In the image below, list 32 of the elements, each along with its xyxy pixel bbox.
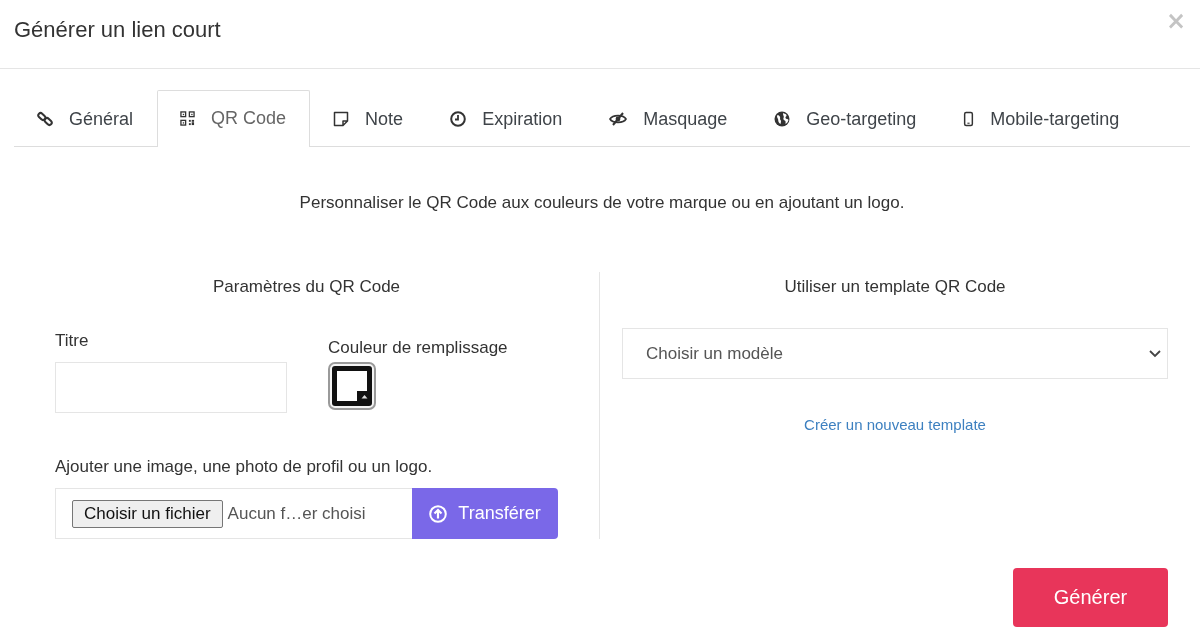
template-select[interactable]: Choisir un modèle xyxy=(622,328,1168,379)
section-heading: Paramètres du QR Code xyxy=(211,276,402,298)
note-icon xyxy=(333,111,350,127)
tab[interactable]: Geo-targeting xyxy=(751,90,941,147)
create-template-link[interactable]: Créer un nouveau template xyxy=(804,416,986,433)
globe-icon xyxy=(774,111,791,127)
link-icon xyxy=(37,111,53,127)
field-label: Titre xyxy=(55,330,90,352)
field-label: Ajouter une image, une photo de profil ou un logo. xyxy=(55,456,434,478)
file-status-text: Aucun f…er choisi xyxy=(227,503,366,524)
generate-button[interactable]: Générer xyxy=(1013,568,1168,627)
qr-code-icon xyxy=(180,111,196,126)
upload-icon xyxy=(429,504,448,523)
clock-icon xyxy=(450,111,467,127)
file-input[interactable]: Choisir un fichier Aucun f…er choisi xyxy=(55,488,412,539)
dialog-title: Générer un lien court xyxy=(14,16,221,44)
tab[interactable]: Général xyxy=(14,90,158,147)
tab[interactable]: QR Code xyxy=(157,90,311,147)
mobile-phone-icon xyxy=(963,111,975,127)
choose-file-button[interactable]: Choisir un fichier xyxy=(72,499,223,528)
eye-slash-icon xyxy=(609,111,628,127)
title-input[interactable] xyxy=(55,362,287,413)
tab[interactable]: Mobile-targeting xyxy=(940,90,1144,147)
color-swatch-icon[interactable] xyxy=(328,362,376,410)
field-label: Couleur de remplissage xyxy=(328,337,508,359)
section-heading: Utiliser un template QR Code xyxy=(783,276,1007,298)
upload-button[interactable]: Transférer xyxy=(412,488,558,539)
description-text: Personnaliser le QR Code aux couleurs de votre marque ou en ajoutant un logo. xyxy=(298,192,906,214)
tab[interactable]: Expiration xyxy=(427,90,587,147)
tab[interactable]: Note xyxy=(310,90,428,147)
tab[interactable]: Masquage xyxy=(586,90,752,147)
chevron-down-icon xyxy=(1149,349,1161,358)
